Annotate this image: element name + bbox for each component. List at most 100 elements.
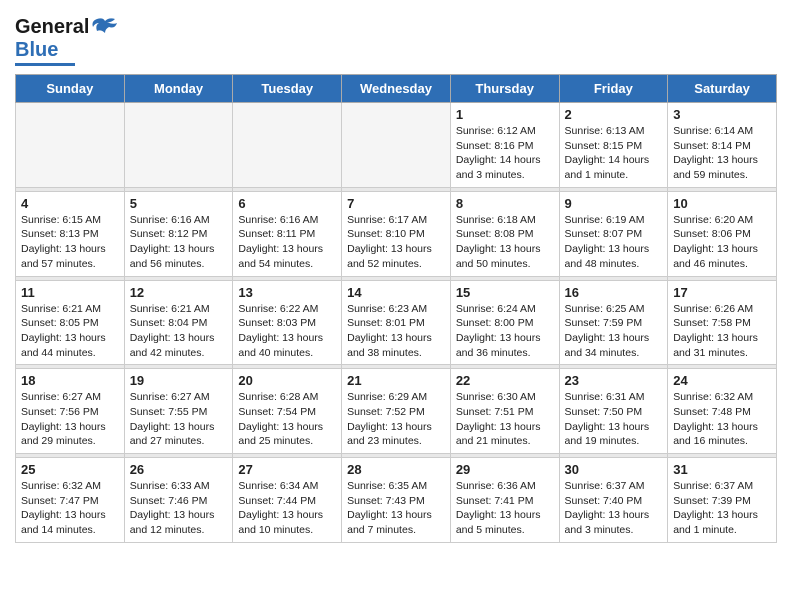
day-info: Sunset: 7:41 PM bbox=[456, 494, 554, 509]
day-info: and 31 minutes. bbox=[673, 346, 771, 361]
calendar-week-row: 11Sunrise: 6:21 AMSunset: 8:05 PMDayligh… bbox=[16, 280, 777, 365]
calendar-header-row: SundayMondayTuesdayWednesdayThursdayFrid… bbox=[16, 75, 777, 103]
day-number: 6 bbox=[238, 196, 336, 211]
calendar-cell: 4Sunrise: 6:15 AMSunset: 8:13 PMDaylight… bbox=[16, 191, 125, 276]
day-info: Daylight: 13 hours bbox=[238, 420, 336, 435]
day-info: Sunrise: 6:31 AM bbox=[565, 390, 663, 405]
day-info: Sunrise: 6:27 AM bbox=[21, 390, 119, 405]
day-info: Daylight: 13 hours bbox=[347, 420, 445, 435]
calendar-cell bbox=[233, 103, 342, 188]
calendar-cell: 29Sunrise: 6:36 AMSunset: 7:41 PMDayligh… bbox=[450, 458, 559, 543]
day-info: Sunset: 7:46 PM bbox=[130, 494, 228, 509]
weekday-header: Tuesday bbox=[233, 75, 342, 103]
day-number: 14 bbox=[347, 285, 445, 300]
weekday-header: Monday bbox=[124, 75, 233, 103]
day-number: 19 bbox=[130, 373, 228, 388]
weekday-header: Friday bbox=[559, 75, 668, 103]
day-number: 12 bbox=[130, 285, 228, 300]
day-info: Sunrise: 6:22 AM bbox=[238, 302, 336, 317]
calendar-cell: 8Sunrise: 6:18 AMSunset: 8:08 PMDaylight… bbox=[450, 191, 559, 276]
calendar-cell bbox=[342, 103, 451, 188]
day-info: Sunrise: 6:16 AM bbox=[130, 213, 228, 228]
day-info: Daylight: 13 hours bbox=[673, 508, 771, 523]
calendar-cell: 25Sunrise: 6:32 AMSunset: 7:47 PMDayligh… bbox=[16, 458, 125, 543]
day-info: and 36 minutes. bbox=[456, 346, 554, 361]
day-info: Sunrise: 6:37 AM bbox=[673, 479, 771, 494]
calendar-cell: 14Sunrise: 6:23 AMSunset: 8:01 PMDayligh… bbox=[342, 280, 451, 365]
day-info: Sunset: 7:47 PM bbox=[21, 494, 119, 509]
day-info: Daylight: 13 hours bbox=[673, 242, 771, 257]
day-info: Daylight: 13 hours bbox=[456, 420, 554, 435]
calendar-cell: 9Sunrise: 6:19 AMSunset: 8:07 PMDaylight… bbox=[559, 191, 668, 276]
day-info: Daylight: 13 hours bbox=[673, 331, 771, 346]
day-info: Sunrise: 6:21 AM bbox=[130, 302, 228, 317]
day-info: Sunset: 8:01 PM bbox=[347, 316, 445, 331]
calendar-week-row: 1Sunrise: 6:12 AMSunset: 8:16 PMDaylight… bbox=[16, 103, 777, 188]
day-info: and 40 minutes. bbox=[238, 346, 336, 361]
day-info: and 44 minutes. bbox=[21, 346, 119, 361]
day-info: Sunset: 8:04 PM bbox=[130, 316, 228, 331]
day-info: Sunrise: 6:13 AM bbox=[565, 124, 663, 139]
day-info: Sunset: 8:05 PM bbox=[21, 316, 119, 331]
day-info: and 48 minutes. bbox=[565, 257, 663, 272]
day-number: 4 bbox=[21, 196, 119, 211]
day-info: and 1 minute. bbox=[565, 168, 663, 183]
calendar-cell: 31Sunrise: 6:37 AMSunset: 7:39 PMDayligh… bbox=[668, 458, 777, 543]
day-info: Daylight: 13 hours bbox=[238, 331, 336, 346]
calendar-cell: 21Sunrise: 6:29 AMSunset: 7:52 PMDayligh… bbox=[342, 369, 451, 454]
day-info: Sunrise: 6:30 AM bbox=[456, 390, 554, 405]
day-info: Sunset: 8:12 PM bbox=[130, 227, 228, 242]
calendar-cell: 16Sunrise: 6:25 AMSunset: 7:59 PMDayligh… bbox=[559, 280, 668, 365]
day-info: Daylight: 13 hours bbox=[238, 242, 336, 257]
day-info: and 16 minutes. bbox=[673, 434, 771, 449]
calendar-cell: 17Sunrise: 6:26 AMSunset: 7:58 PMDayligh… bbox=[668, 280, 777, 365]
day-info: Sunrise: 6:14 AM bbox=[673, 124, 771, 139]
day-info: Sunrise: 6:20 AM bbox=[673, 213, 771, 228]
day-info: Sunrise: 6:23 AM bbox=[347, 302, 445, 317]
calendar-cell: 22Sunrise: 6:30 AMSunset: 7:51 PMDayligh… bbox=[450, 369, 559, 454]
weekday-header: Thursday bbox=[450, 75, 559, 103]
day-number: 26 bbox=[130, 462, 228, 477]
calendar-cell bbox=[124, 103, 233, 188]
day-number: 24 bbox=[673, 373, 771, 388]
day-info: and 3 minutes. bbox=[565, 523, 663, 538]
day-info: Sunset: 7:48 PM bbox=[673, 405, 771, 420]
day-info: Daylight: 13 hours bbox=[21, 331, 119, 346]
day-info: Daylight: 13 hours bbox=[456, 242, 554, 257]
logo-text: General bbox=[15, 16, 89, 39]
day-info: Sunset: 7:55 PM bbox=[130, 405, 228, 420]
day-number: 25 bbox=[21, 462, 119, 477]
day-info: Daylight: 13 hours bbox=[130, 508, 228, 523]
day-info: Daylight: 13 hours bbox=[456, 508, 554, 523]
day-info: Sunset: 8:06 PM bbox=[673, 227, 771, 242]
day-number: 16 bbox=[565, 285, 663, 300]
day-info: Sunrise: 6:15 AM bbox=[21, 213, 119, 228]
day-info: Daylight: 13 hours bbox=[673, 420, 771, 435]
day-info: and 42 minutes. bbox=[130, 346, 228, 361]
day-info: Sunrise: 6:19 AM bbox=[565, 213, 663, 228]
day-info: Sunrise: 6:35 AM bbox=[347, 479, 445, 494]
day-info: Sunrise: 6:33 AM bbox=[130, 479, 228, 494]
day-number: 18 bbox=[21, 373, 119, 388]
calendar-cell: 3Sunrise: 6:14 AMSunset: 8:14 PMDaylight… bbox=[668, 103, 777, 188]
calendar-cell: 20Sunrise: 6:28 AMSunset: 7:54 PMDayligh… bbox=[233, 369, 342, 454]
day-info: and 56 minutes. bbox=[130, 257, 228, 272]
day-info: and 10 minutes. bbox=[238, 523, 336, 538]
day-number: 1 bbox=[456, 107, 554, 122]
day-number: 27 bbox=[238, 462, 336, 477]
day-info: Sunset: 7:51 PM bbox=[456, 405, 554, 420]
day-number: 3 bbox=[673, 107, 771, 122]
day-info: Daylight: 13 hours bbox=[347, 242, 445, 257]
day-number: 29 bbox=[456, 462, 554, 477]
day-info: Sunset: 8:03 PM bbox=[238, 316, 336, 331]
calendar-cell: 12Sunrise: 6:21 AMSunset: 8:04 PMDayligh… bbox=[124, 280, 233, 365]
calendar-cell bbox=[16, 103, 125, 188]
day-info: Sunset: 8:08 PM bbox=[456, 227, 554, 242]
day-number: 17 bbox=[673, 285, 771, 300]
calendar-table: SundayMondayTuesdayWednesdayThursdayFrid… bbox=[15, 74, 777, 543]
weekday-header: Sunday bbox=[16, 75, 125, 103]
day-info: Sunset: 7:50 PM bbox=[565, 405, 663, 420]
day-info: Sunset: 8:11 PM bbox=[238, 227, 336, 242]
calendar-cell: 11Sunrise: 6:21 AMSunset: 8:05 PMDayligh… bbox=[16, 280, 125, 365]
day-info: and 1 minute. bbox=[673, 523, 771, 538]
